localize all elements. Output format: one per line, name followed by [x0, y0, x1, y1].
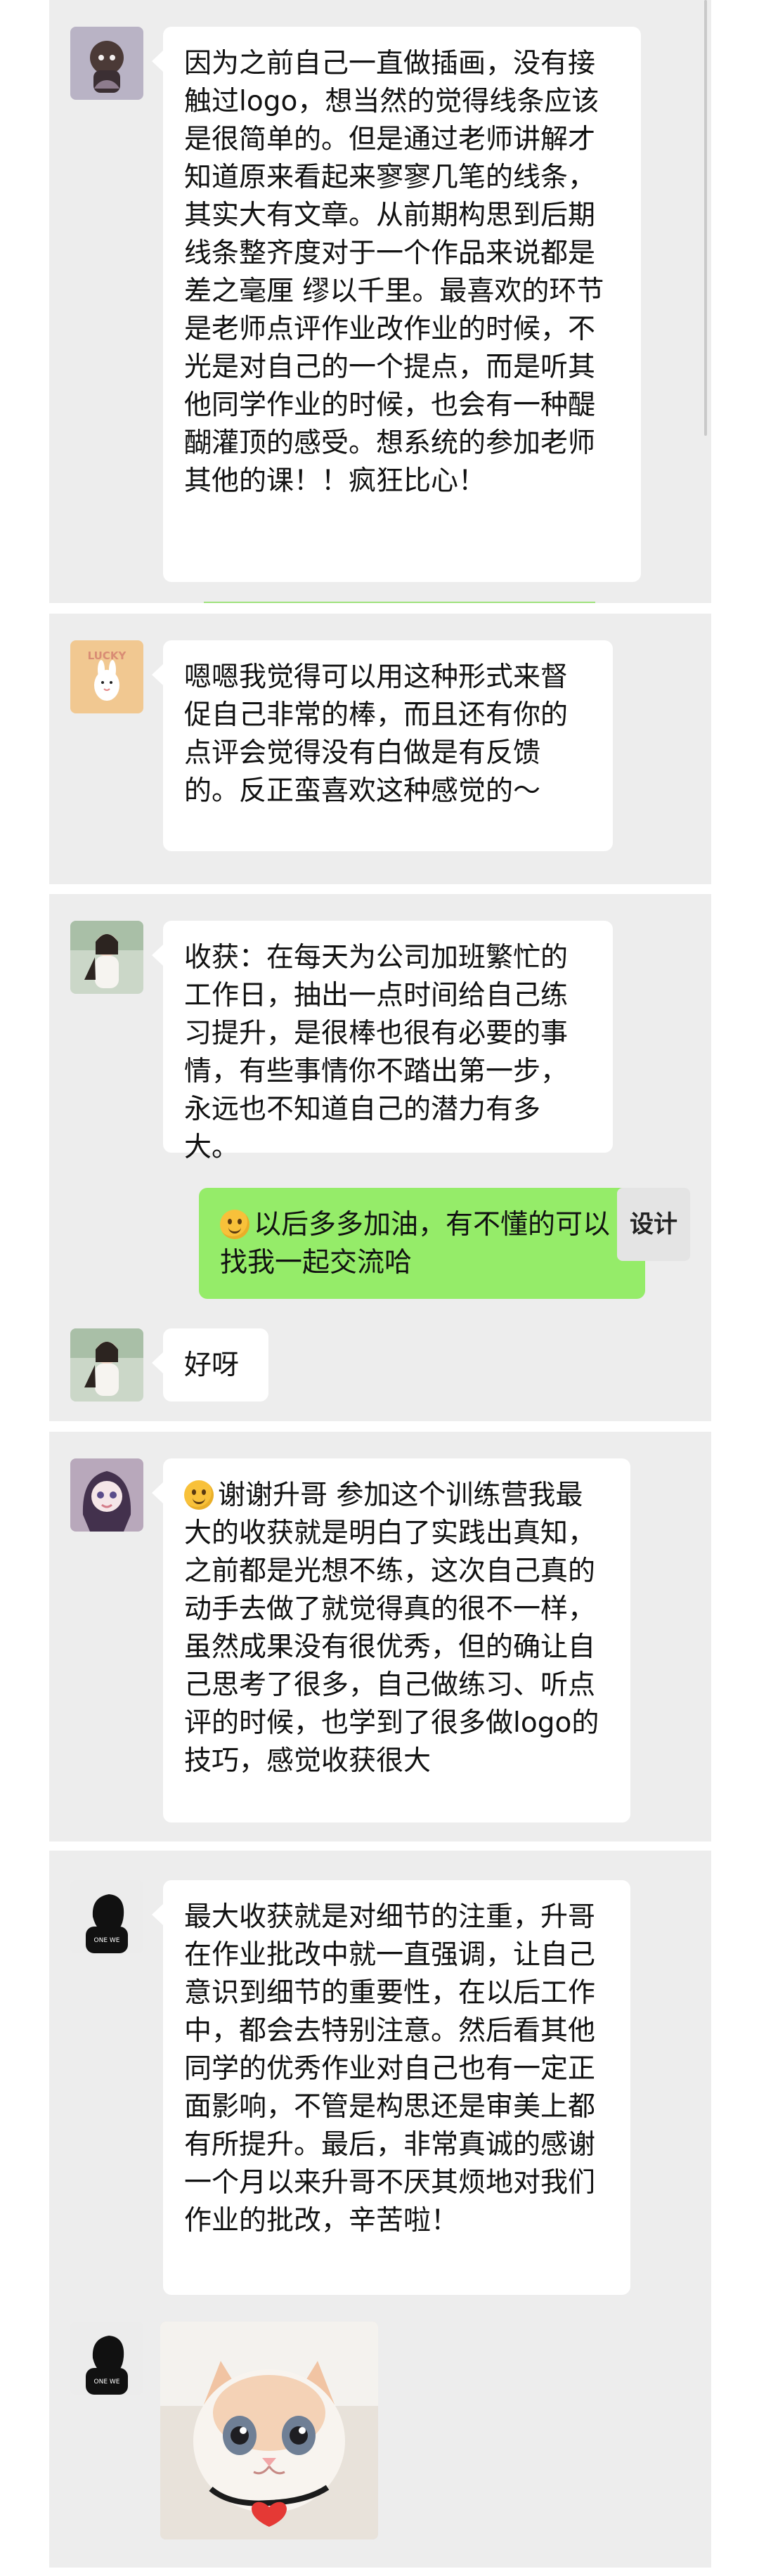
laughing-face-icon: [220, 1210, 249, 1239]
message-row: 谢谢升哥 参加这个训练营我最大的收获就是明白了实践出真知，之前都是光想不练，这次…: [70, 1458, 690, 1824]
chat-card: 因为之前自己一直做插画，没有接触过logo，想当然的觉得线条应该是很简单的。但是…: [49, 0, 711, 603]
avatar[interactable]: ONE WE: [70, 1880, 143, 1953]
chat-card: LUCKY 嗯嗯我觉得可以用这种形式来督促自己非常的棒，而且还有你的点评会觉得没…: [49, 614, 711, 884]
anime-avatar-icon: [70, 1458, 143, 1532]
message-bubble: 谢谢升哥 参加这个训练营我最大的收获就是明白了实践出真知，之前都是光想不练，这次…: [152, 1458, 630, 1823]
avatar[interactable]: [70, 1328, 143, 1402]
girl-photo-avatar-icon: [70, 921, 143, 994]
lucky-avatar-icon: LUCKY: [70, 640, 143, 713]
scrollbar[interactable]: [704, 0, 707, 436]
person-silhouette-avatar-icon: ONE WE: [70, 1880, 143, 1953]
chat-card: ONE WE 最大收获就是对细节的注重，升哥在作业批改中就一直强调，让自己意识到…: [49, 1851, 711, 2568]
message-bubble: 收获：在每天为公司加班繁忙的工作日，抽出一点时间给自己练习提升，是很棒也很有必要…: [152, 921, 613, 1163]
message-text: 以后多多加油，有不懂的可以找我一起交流哈: [220, 1209, 611, 1279]
avatar-label: ONE WE: [94, 1937, 120, 1944]
cropped-green-bubble-edge: [204, 602, 595, 603]
smiling-face-icon: [184, 1480, 214, 1510]
girl-photo-avatar-icon: [70, 1328, 143, 1402]
message-bubble: 嗯嗯我觉得可以用这种形式来督促自己非常的棒，而且还有你的点评会觉得没有白做是有反…: [152, 640, 613, 851]
avatar[interactable]: LUCKY: [70, 640, 143, 713]
avatar[interactable]: ONE WE: [70, 2322, 143, 2395]
avatar[interactable]: 设计: [617, 1188, 690, 1261]
avatar[interactable]: [70, 1458, 143, 1532]
chat-card: 收获：在每天为公司加班繁忙的工作日，抽出一点时间给自己练习提升，是很棒也很有必要…: [49, 894, 711, 1421]
cat-image-icon: [160, 2322, 378, 2539]
message-row: 以后多多加油，有不懂的可以找我一起交流哈 设计: [70, 1188, 690, 1300]
message-text: 谢谢升哥 参加这个训练营我最大的收获就是明白了实践出真知，之前都是光想不练，这次…: [184, 1480, 599, 1777]
message-row: ONE WE: [70, 2322, 690, 2546]
person-silhouette-avatar-icon: ONE WE: [70, 2322, 143, 2395]
message-row: 因为之前自己一直做插画，没有接触过logo，想当然的觉得线条应该是很简单的。但是…: [70, 27, 690, 589]
message-bubble: 以后多多加油，有不懂的可以找我一起交流哈: [199, 1188, 656, 1299]
chat-card: 谢谢升哥 参加这个训练营我最大的收获就是明白了实践出真知，之前都是光想不练，这次…: [49, 1432, 711, 1842]
cat-sticker-image[interactable]: [160, 2322, 378, 2539]
avatar-label: ONE WE: [94, 2378, 120, 2386]
message-bubble: 因为之前自己一直做插画，没有接触过logo，想当然的觉得线条应该是很简单的。但是…: [152, 27, 641, 582]
message-row: 好呀: [70, 1328, 690, 1406]
message-row: LUCKY 嗯嗯我觉得可以用这种形式来督促自己非常的棒，而且还有你的点评会觉得没…: [70, 640, 690, 865]
message-bubble: 最大收获就是对细节的注重，升哥在作业批改中就一直强调，让自己意识到细节的重要性，…: [152, 1880, 630, 2295]
chat-screenshot-collage: 因为之前自己一直做插画，没有接触过logo，想当然的觉得线条应该是很简单的。但是…: [0, 0, 759, 2576]
avatar[interactable]: [70, 27, 143, 100]
message-row: ONE WE 最大收获就是对细节的注重，升哥在作业批改中就一直强调，让自己意识到…: [70, 1880, 690, 2295]
message-bubble: 好呀: [152, 1328, 268, 1402]
illustrated-avatar-icon: [70, 27, 143, 100]
avatar-label: LUCKY: [88, 649, 127, 662]
avatar[interactable]: [70, 921, 143, 994]
message-row: 收获：在每天为公司加班繁忙的工作日，抽出一点时间给自己练习提升，是很棒也很有必要…: [70, 921, 690, 1167]
